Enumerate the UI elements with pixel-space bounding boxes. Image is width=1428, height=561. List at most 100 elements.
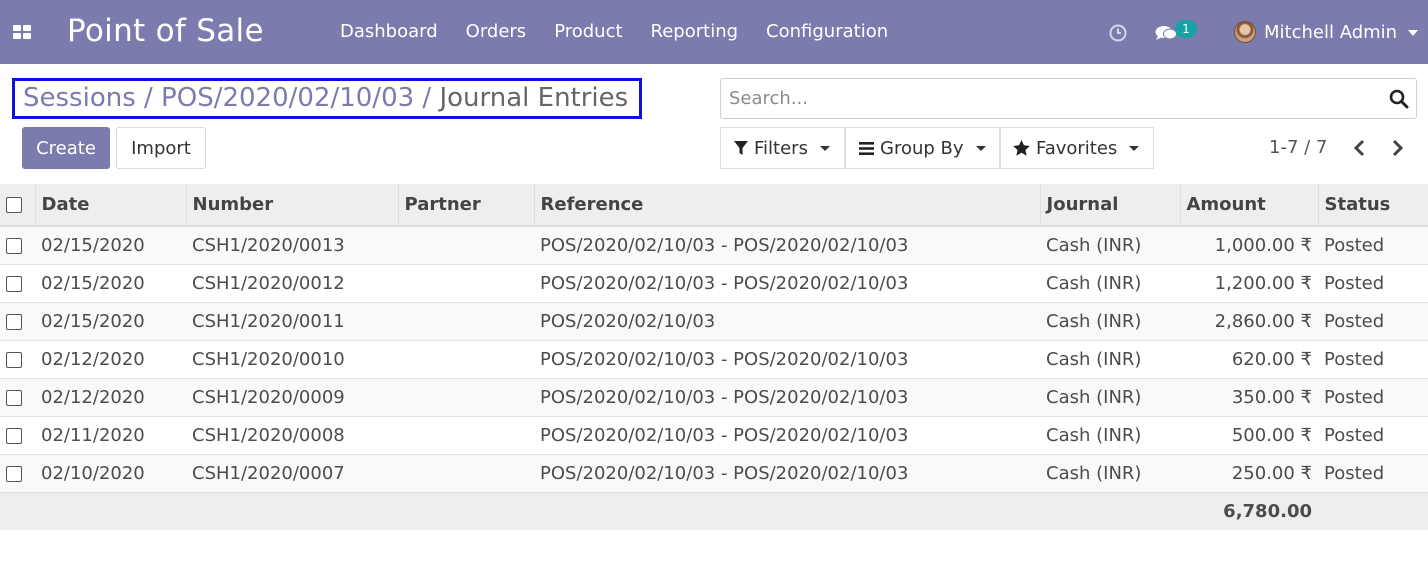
app-title[interactable]: Point of Sale (67, 13, 264, 49)
table-row[interactable]: 02/11/2020 CSH1/2020/0008 POS/2020/02/10… (0, 416, 1428, 454)
user-name[interactable]: Mitchell Admin (1264, 22, 1397, 43)
cell-date: 02/11/2020 (41, 424, 145, 446)
cell-date: 02/12/2020 (41, 386, 145, 408)
cell-journal: Cash (INR) (1046, 348, 1142, 370)
cell-status: Posted (1324, 424, 1385, 446)
menu-reporting[interactable]: Reporting (651, 0, 739, 64)
cell-amount: 500.00 ₹ (1231, 424, 1312, 446)
table-row[interactable]: 02/12/2020 CSH1/2020/0010 POS/2020/02/10… (0, 340, 1428, 378)
footer-empty-cell (186, 491, 398, 530)
table-row[interactable]: 02/10/2020 CSH1/2020/0007 POS/2020/02/10… (0, 454, 1428, 492)
cell-reference: POS/2020/02/10/03 - POS/2020/02/10/03 (540, 386, 909, 408)
cell-partner (398, 340, 534, 378)
footer-empty-cell (398, 491, 534, 530)
row-select-cell[interactable] (0, 302, 35, 340)
cell-reference: POS/2020/02/10/03 - POS/2020/02/10/03 (540, 234, 909, 256)
table-row[interactable]: 02/15/2020 CSH1/2020/0011 POS/2020/02/10… (0, 302, 1428, 340)
user-menu-caret-icon[interactable] (1408, 30, 1418, 36)
row-checkbox[interactable] (6, 427, 22, 444)
pager-value[interactable]: 1-7 / 7 (1269, 137, 1327, 158)
table-row[interactable]: 02/15/2020 CSH1/2020/0013 POS/2020/02/10… (0, 226, 1428, 264)
footer-empty-cell (0, 491, 35, 530)
cell-status: Posted (1324, 348, 1385, 370)
column-header-partner[interactable]: Partner (398, 184, 535, 227)
cell-number: CSH1/2020/0008 (192, 424, 345, 446)
row-checkbox[interactable] (6, 389, 22, 406)
menu-product[interactable]: Product (554, 0, 622, 64)
cell-date: 02/12/2020 (41, 348, 145, 370)
breadcrumb-sessions[interactable]: Sessions (23, 83, 136, 113)
column-header-amount[interactable]: Amount (1180, 184, 1319, 227)
menu-orders[interactable]: Orders (466, 0, 527, 64)
filter-icon (734, 140, 748, 156)
table-row[interactable]: 02/12/2020 CSH1/2020/0009 POS/2020/02/10… (0, 378, 1428, 416)
cell-status: Posted (1324, 234, 1385, 256)
clock-icon[interactable] (1109, 24, 1127, 42)
row-checkbox[interactable] (6, 351, 22, 368)
cell-status: Posted (1324, 272, 1385, 294)
column-header-number[interactable]: Number (186, 184, 399, 227)
cell-reference: POS/2020/02/10/03 - POS/2020/02/10/03 (540, 272, 909, 294)
message-count-badge[interactable]: 1 (1175, 20, 1197, 38)
column-header-status[interactable]: Status (1318, 184, 1428, 227)
chat-icon[interactable] (1155, 25, 1177, 41)
row-checkbox[interactable] (6, 313, 22, 330)
cell-journal: Cash (INR) (1046, 386, 1142, 408)
row-select-cell[interactable] (0, 264, 35, 302)
chevron-down-icon (1129, 145, 1140, 151)
menu-configuration[interactable]: Configuration (766, 0, 888, 64)
cell-number: CSH1/2020/0009 (192, 386, 345, 408)
breadcrumb-session[interactable]: POS/2020/02/10/03 (161, 83, 414, 113)
cell-amount: 250.00 ₹ (1231, 462, 1312, 484)
cell-status: Posted (1324, 386, 1385, 408)
cell-number: CSH1/2020/0007 (192, 462, 345, 484)
row-select-cell[interactable] (0, 454, 35, 492)
table-header-row: Date Number Partner Reference Journal Am… (0, 184, 1428, 227)
chevron-down-icon (819, 145, 830, 151)
footer-empty-cell (1040, 491, 1180, 530)
favorites-label: Favorites (1036, 137, 1118, 159)
cell-reference: POS/2020/02/10/03 - POS/2020/02/10/03 (540, 462, 909, 484)
cell-date: 02/10/2020 (41, 462, 145, 484)
row-checkbox[interactable] (6, 465, 22, 482)
select-all-cell[interactable] (0, 184, 36, 227)
table-footer-row: 6,780.00 (0, 491, 1428, 530)
cell-status: Posted (1324, 310, 1385, 332)
import-button[interactable]: Import (116, 127, 206, 169)
row-select-cell[interactable] (0, 340, 35, 378)
row-checkbox[interactable] (6, 275, 22, 292)
breadcrumb: Sessions / POS/2020/02/10/03 / Journal E… (12, 78, 642, 119)
footer-empty-cell (1318, 491, 1428, 530)
chevron-right-icon[interactable] (1388, 137, 1406, 159)
avatar[interactable] (1234, 21, 1256, 43)
row-select-cell[interactable] (0, 226, 35, 264)
cell-number: CSH1/2020/0013 (192, 234, 345, 256)
apps-grid-icon[interactable] (13, 25, 31, 40)
column-header-reference[interactable]: Reference (534, 184, 1041, 227)
filters-button[interactable]: Filters (720, 127, 845, 169)
column-header-date[interactable]: Date (35, 184, 187, 227)
cell-amount: 620.00 ₹ (1231, 348, 1312, 370)
create-button[interactable]: Create (22, 127, 110, 169)
cell-partner (398, 302, 534, 340)
cell-reference: POS/2020/02/10/03 - POS/2020/02/10/03 (540, 348, 909, 370)
main-menu: Dashboard Orders Product Reporting Confi… (340, 0, 916, 64)
group-by-icon (859, 141, 874, 155)
footer-empty-cell (35, 491, 186, 530)
column-header-journal[interactable]: Journal (1040, 184, 1181, 227)
group-by-button[interactable]: Group By (845, 127, 1000, 169)
row-select-cell[interactable] (0, 416, 35, 454)
search-icon[interactable] (1389, 89, 1409, 109)
cell-journal: Cash (INR) (1046, 462, 1142, 484)
table-row[interactable]: 02/15/2020 CSH1/2020/0012 POS/2020/02/10… (0, 264, 1428, 302)
menu-dashboard[interactable]: Dashboard (340, 0, 438, 64)
cell-number: CSH1/2020/0012 (192, 272, 345, 294)
search-input[interactable] (721, 79, 1381, 118)
chevron-left-icon[interactable] (1351, 137, 1369, 159)
select-all-checkbox[interactable] (6, 197, 22, 213)
row-select-cell[interactable] (0, 378, 35, 416)
cell-amount: 1,200.00 ₹ (1214, 272, 1312, 294)
row-checkbox[interactable] (6, 237, 22, 254)
cell-journal: Cash (INR) (1046, 424, 1142, 446)
favorites-button[interactable]: Favorites (1000, 127, 1154, 169)
